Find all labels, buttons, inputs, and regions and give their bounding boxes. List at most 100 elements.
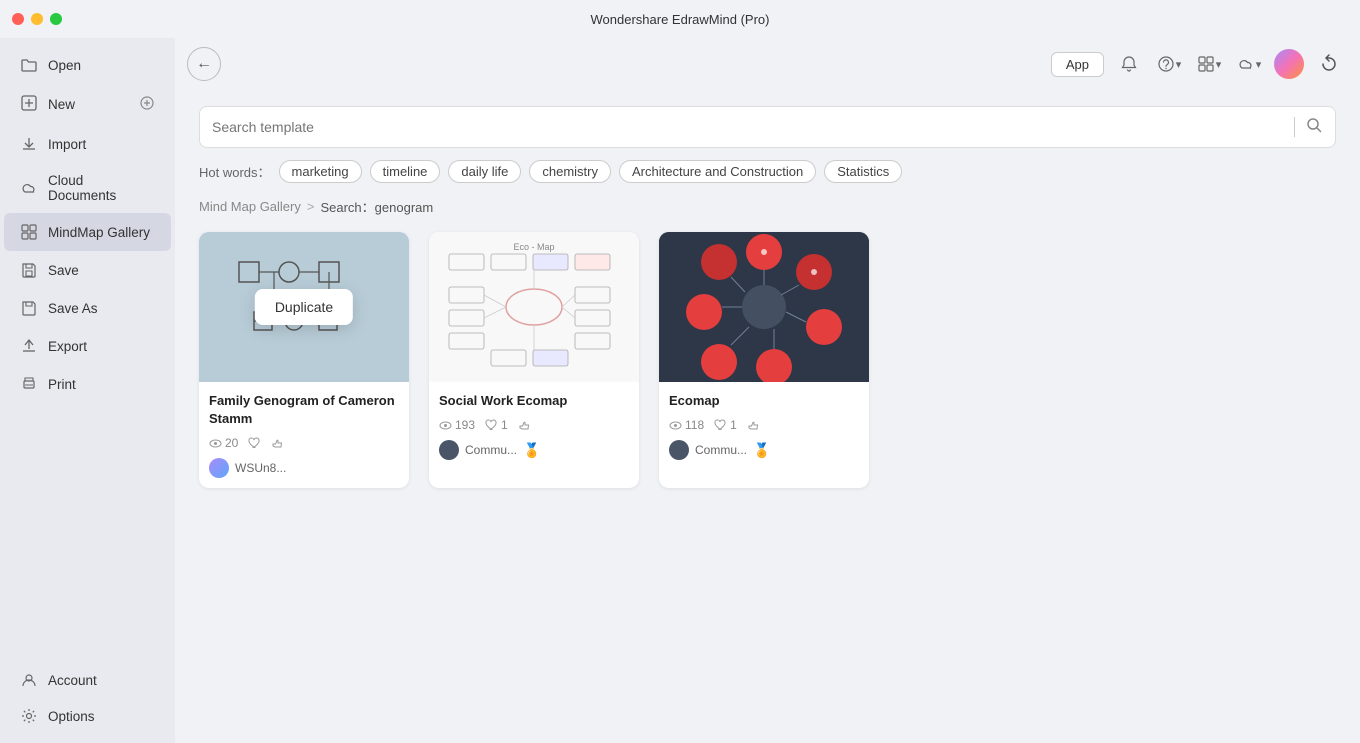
hot-tag-chemistry[interactable]: chemistry — [529, 160, 611, 183]
card-body: Social Work Ecomap 193 — [429, 382, 639, 470]
minimize-button[interactable] — [31, 13, 43, 25]
card-stats: 118 1 — [669, 418, 859, 432]
view-count: 193 — [439, 418, 475, 432]
author-avatar — [669, 440, 689, 460]
author-avatar — [209, 458, 229, 478]
author-name: Commu... — [465, 443, 517, 457]
view-count-value: 20 — [225, 436, 238, 450]
cloud-upload-icon[interactable]: ▾ — [1234, 49, 1264, 79]
sidebar-item-account-label: Account — [48, 673, 97, 688]
hot-tag-marketing[interactable]: marketing — [279, 160, 362, 183]
author-avatar — [439, 440, 459, 460]
user-avatar[interactable] — [1274, 49, 1304, 79]
sidebar-item-open[interactable]: Open — [4, 46, 171, 84]
breadcrumb-search-label: Search： — [320, 200, 374, 215]
heart-icon — [714, 419, 727, 432]
view-count: 118 — [669, 418, 704, 432]
heart-count-value: 1 — [730, 418, 737, 432]
sidebar-item-save-label: Save — [48, 263, 79, 278]
titlebar: Wondershare EdrawMind (Pro) — [0, 0, 1360, 38]
card-ecomap[interactable]: Ecomap 118 — [659, 232, 869, 488]
thumbs-up-icon — [271, 437, 284, 450]
gallery-grid: Duplicate Family Genogram of Cameron Sta… — [175, 226, 1360, 743]
thumbs-up-icon — [747, 419, 760, 432]
sidebar-item-new[interactable]: New — [4, 84, 171, 125]
sidebar-item-options-label: Options — [48, 709, 95, 724]
plus-circle-icon — [139, 95, 155, 114]
thumb-count — [271, 437, 284, 450]
card-body: Ecomap 118 — [659, 382, 869, 470]
window-controls — [12, 13, 62, 25]
cloud-docs-icon — [20, 179, 38, 197]
sidebar-item-save[interactable]: Save — [4, 251, 171, 289]
card-author: Commu... 🏅 — [669, 440, 859, 460]
card-thumbnail — [659, 232, 869, 382]
help-icon[interactable]: ▾ — [1154, 49, 1184, 79]
save-icon — [20, 261, 38, 279]
hot-words-label: Hot words： — [199, 162, 271, 181]
bell-icon[interactable] — [1114, 49, 1144, 79]
topbar-left: ← — [187, 47, 221, 81]
main-content: ← App ▾ — [175, 38, 1360, 743]
grid-icon[interactable]: ▾ — [1194, 49, 1224, 79]
sidebar-item-options[interactable]: Options — [4, 697, 171, 735]
hot-tag-daily-life[interactable]: daily life — [448, 160, 521, 183]
topbar: ← App ▾ — [175, 38, 1360, 90]
folder-icon — [20, 56, 38, 74]
thumb-count — [518, 419, 531, 432]
view-count-value: 118 — [685, 418, 704, 432]
card-title: Ecomap — [669, 392, 859, 410]
ecomap-circles-svg — [659, 232, 869, 382]
close-button[interactable] — [12, 13, 24, 25]
heart-icon — [485, 419, 498, 432]
gold-badge: 🏅 — [753, 442, 770, 459]
sidebar-item-account[interactable]: Account — [4, 661, 171, 697]
export-icon — [20, 337, 38, 355]
account-icon — [20, 671, 38, 689]
save-as-icon — [20, 299, 38, 317]
view-count: 20 — [209, 436, 238, 450]
thumb-count — [747, 419, 760, 432]
search-divider — [1294, 117, 1295, 137]
app-button[interactable]: App — [1051, 52, 1104, 77]
card-title: Family Genogram of Cameron Stamm — [209, 392, 399, 428]
sidebar-item-import[interactable]: Import — [4, 125, 171, 163]
sidebar-item-saveas-label: Save As — [48, 301, 98, 316]
thumbs-up-icon — [518, 419, 531, 432]
card-stats: 193 1 — [439, 418, 629, 432]
view-count-value: 193 — [455, 418, 475, 432]
card-thumbnail: Duplicate — [199, 232, 409, 382]
author-name: WSUn8... — [235, 461, 286, 475]
search-input[interactable] — [212, 119, 1284, 135]
sidebar-item-cloud-documents[interactable]: Cloud Documents — [4, 163, 171, 213]
hot-tag-architecture[interactable]: Architecture and Construction — [619, 160, 816, 183]
heart-count — [248, 437, 261, 450]
ecomap-thumb-svg: Eco - Map — [429, 232, 639, 382]
mindmap-gallery-icon — [20, 223, 38, 241]
sidebar-item-mindmap-gallery[interactable]: MindMap Gallery — [4, 213, 171, 251]
sidebar-item-print-label: Print — [48, 377, 76, 392]
breadcrumb-home[interactable]: Mind Map Gallery — [199, 199, 301, 214]
card-family-genogram[interactable]: Duplicate Family Genogram of Cameron Sta… — [199, 232, 409, 488]
sidebar-item-export[interactable]: Export — [4, 327, 171, 365]
sidebar-item-print[interactable]: Print — [4, 365, 171, 403]
duplicate-overlay[interactable]: Duplicate — [255, 289, 353, 325]
search-area: Hot words： marketing timeline daily life… — [175, 90, 1360, 183]
refresh-icon[interactable] — [1314, 49, 1344, 79]
sidebar-item-save-as[interactable]: Save As — [4, 289, 171, 327]
sidebar-item-export-label: Export — [48, 339, 87, 354]
card-author: WSUn8... — [209, 458, 399, 478]
hot-words: Hot words： marketing timeline daily life… — [199, 160, 1336, 183]
eye-icon — [209, 437, 222, 450]
card-social-work-ecomap[interactable]: Eco - Map — [429, 232, 639, 488]
card-title: Social Work Ecomap — [439, 392, 629, 410]
heart-icon — [248, 437, 261, 450]
back-button[interactable]: ← — [187, 47, 221, 81]
heart-count-value: 1 — [501, 418, 508, 432]
gold-badge: 🏅 — [523, 442, 540, 459]
search-icon[interactable] — [1305, 116, 1323, 139]
hot-tag-timeline[interactable]: timeline — [370, 160, 441, 183]
maximize-button[interactable] — [50, 13, 62, 25]
card-body: Family Genogram of Cameron Stamm 20 — [199, 382, 409, 488]
hot-tag-statistics[interactable]: Statistics — [824, 160, 902, 183]
